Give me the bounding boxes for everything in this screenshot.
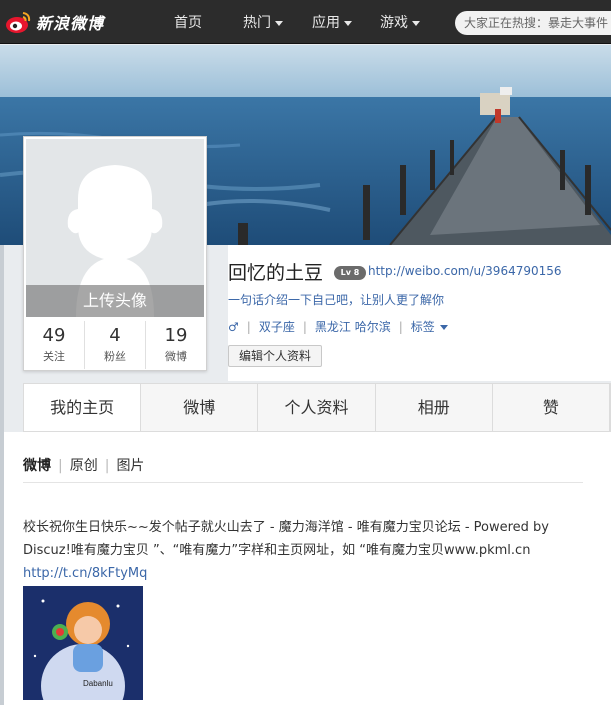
profile-intro[interactable]: 一句话介绍一下自己吧，让别人更了解你 [228,291,444,308]
image-caption: Dabanlu [83,679,113,688]
male-icon: ♂ [228,320,239,334]
nav-games-label: 游戏 [380,15,408,31]
stat-followers[interactable]: 4 粉丝 [85,321,146,369]
nav-home[interactable]: 首页 [174,12,202,32]
zodiac-link[interactable]: 双子座 [259,320,295,334]
profile-name[interactable]: 回忆的土豆 [228,258,323,285]
divider [23,482,583,483]
stats-bar: 49 关注 4 粉丝 19 微博 [24,321,206,369]
filter-images[interactable]: 图片 [116,458,144,474]
post-body: 校长祝你生日快乐~~发个帖子就火山去了 - 魔力海洋馆 - 唯有魔力宝贝论坛 -… [23,520,549,558]
stat-following[interactable]: 49 关注 [24,321,85,369]
weibo-logo[interactable]: 新浪微博 [4,8,104,36]
level-badge[interactable]: Lv 8 [334,266,366,280]
tab-profile[interactable]: 个人资料 [258,384,376,431]
stat-posts[interactable]: 19 微博 [146,321,206,369]
tags-label: 标签 [410,320,435,334]
stat-value: 4 [109,325,121,346]
tab-my-home[interactable]: 我的主页 [24,384,142,431]
nav-hot[interactable]: 热门 [243,12,283,32]
post-text: 校长祝你生日快乐~~发个帖子就火山去了 - 魔力海洋馆 - 唯有魔力宝贝论坛 -… [23,516,583,585]
chevron-down-icon [275,20,283,26]
nav-apps-label: 应用 [312,15,340,31]
avatar[interactable]: 上传头像 [26,139,204,317]
post-link[interactable]: http://t.cn/8kFtyMq [23,566,147,581]
profile-meta: ♂ | 双子座 | 黑龙江 哈尔滨 | 标签 [228,318,448,335]
edit-profile-button[interactable]: 编辑个人资料 [228,345,322,367]
filter-original[interactable]: 原创 [70,458,98,474]
location-link[interactable]: 黑龙江 哈尔滨 [315,320,391,334]
avatar-card: 上传头像 49 关注 4 粉丝 19 微博 [23,136,207,371]
logo-text: 新浪微博 [36,14,105,33]
profile-url[interactable]: http://weibo.com/u/3964790156 [368,264,562,278]
stat-label: 粉丝 [104,350,126,363]
nav-home-label: 首页 [174,15,202,31]
profile-info: 回忆的土豆 Lv 8 http://weibo.com/u/3964790156… [228,245,611,381]
tab-album[interactable]: 相册 [376,384,493,431]
filter-all[interactable]: 微博 [23,458,51,474]
chevron-down-icon [344,20,352,26]
search-input[interactable]: 大家正在热搜：暴走大事件 [455,11,611,35]
nav-games[interactable]: 游戏 [380,12,420,32]
nav-hot-label: 热门 [243,15,271,31]
profile-tabs: 我的主页 微博 个人资料 相册 赞 [23,383,611,432]
tab-likes[interactable]: 赞 [493,384,611,431]
stat-label: 关注 [43,350,65,363]
chevron-down-icon [439,325,448,330]
weibo-eye-icon [4,8,32,36]
nav-apps[interactable]: 应用 [312,12,352,32]
chevron-down-icon [412,20,420,26]
tags-dropdown[interactable]: 标签 [411,320,448,334]
top-navbar: 新浪微博 首页 热门 应用 游戏 大家正在热搜：暴走大事件 [0,0,611,44]
post-image[interactable]: Dabanlu [23,586,143,700]
stat-label: 微博 [165,350,187,363]
stat-value: 49 [42,325,66,346]
feed-panel: 微博 | 原创 | 图片 校长祝你生日快乐~~发个帖子就火山去了 - 魔力海洋馆 - 唯… [4,432,611,705]
stat-value: 19 [164,325,188,346]
upload-avatar-button[interactable]: 上传头像 [26,285,204,317]
feed-filter: 微博 | 原创 | 图片 [23,458,145,474]
tab-weibo[interactable]: 微博 [141,384,259,431]
